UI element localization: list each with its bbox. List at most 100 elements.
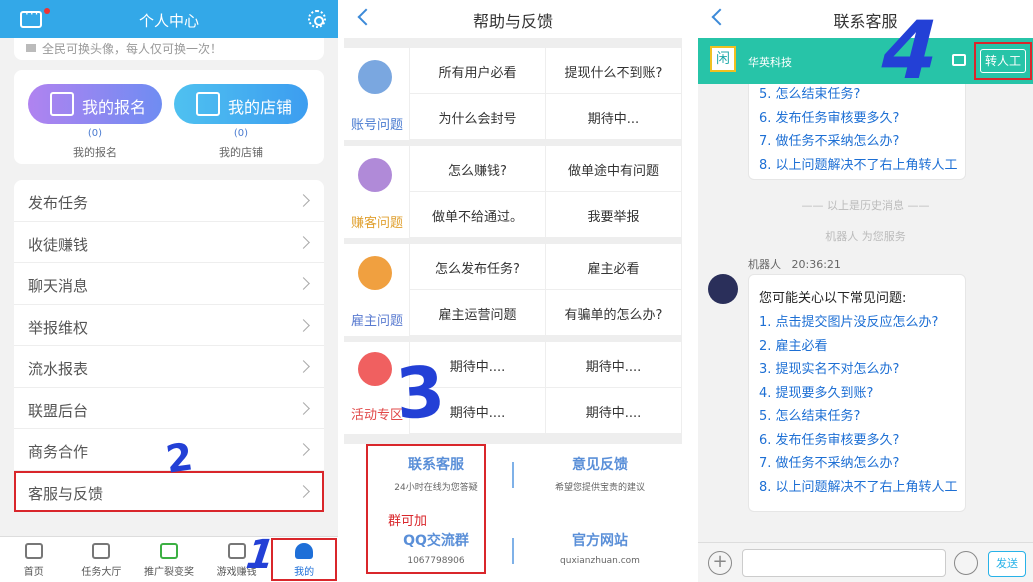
faq-question[interactable]: 3. 提现实名不对怎么办? — [749, 358, 965, 382]
faq-question[interactable]: 6. 发布任务审核要多久? — [749, 429, 965, 453]
faq-question[interactable]: 1. 点击提交图片没反应怎么办? — [749, 311, 965, 335]
my-signups-label: 我的报名 — [82, 98, 147, 117]
gear-icon[interactable] — [308, 10, 326, 28]
menu-report[interactable]: 举报维权 — [14, 305, 324, 346]
message-time: 20:36:21 — [791, 258, 841, 271]
list-icon — [92, 543, 111, 559]
network-icon — [159, 543, 178, 559]
tab-task-hall[interactable]: 任务大厅 — [68, 537, 136, 582]
faq-item[interactable]: 期待中.... — [546, 388, 682, 434]
help-nav: 帮助与反馈 — [344, 0, 682, 38]
feedback-button[interactable]: 意见反馈 希望您提供宝贵的建议 — [530, 454, 670, 493]
highlight-box — [974, 42, 1032, 80]
notice-text: 全民可换头像，每人仅可换一次！ — [42, 42, 223, 56]
tab-promotion[interactable]: 推广裂变奖 — [135, 537, 203, 582]
menu-recruit[interactable]: 收徒赚钱 — [14, 222, 324, 263]
tab-mine[interactable]: 我的 — [270, 537, 338, 582]
form-icon — [50, 92, 74, 116]
service-bar: 闲 华英科技 转人工 — [698, 38, 1033, 84]
page-title: 个人中心 — [138, 12, 199, 30]
history-divider: —— 以上是历史消息 —— — [801, 199, 930, 212]
my-shop-label: 我的店铺 — [228, 98, 293, 117]
faq-question[interactable]: 2. 雇主必看 — [749, 335, 965, 359]
feedback-title: 意见反馈 — [572, 457, 628, 473]
faq-item[interactable]: 雇主必看 — [546, 244, 682, 290]
home-icon — [24, 543, 43, 559]
faq-item[interactable]: 怎么赚钱? — [410, 146, 546, 192]
speaker-icon[interactable] — [952, 54, 966, 66]
menu-chat-messages[interactable]: 聊天消息 — [14, 263, 324, 305]
history-bubble: 5. 怎么结束任务? 6. 发布任务审核要多久? 7. 做任务不采纳怎么办? 8… — [748, 78, 966, 180]
faq-question[interactable]: 4. 提现要多久到账? — [749, 382, 965, 406]
shop-count: (0) — [233, 128, 249, 139]
speaker-icon — [26, 44, 36, 52]
faq-item[interactable]: 提现什么不到账? — [546, 48, 682, 94]
earner-section-icon: 赚客问题 — [344, 146, 410, 238]
message-input[interactable] — [742, 549, 946, 577]
official-site-button[interactable]: 官方网站 quxianzhuan.com — [530, 530, 670, 566]
faq-question[interactable]: 7. 做任务不采纳怎么办? — [749, 452, 965, 476]
faq-intro: 您可能关心以下常见问题: — [759, 291, 907, 306]
account-icon — [358, 60, 392, 94]
earner-icon — [358, 158, 392, 192]
plus-icon[interactable]: + — [708, 551, 732, 575]
company-logo: 闲 — [710, 46, 736, 72]
my-signups-button[interactable]: 我的报名 — [28, 84, 162, 124]
chat-input-bar: + 发送 — [698, 542, 1033, 582]
shop-icon — [196, 92, 220, 116]
emoji-icon[interactable] — [954, 551, 978, 575]
annotation-3: 3 — [393, 350, 448, 436]
history-question[interactable]: 8. 以上问题解决不了右上角转人工 — [749, 154, 965, 178]
user-icon — [295, 543, 314, 559]
history-question[interactable]: 6. 发布任务审核要多久? — [749, 107, 965, 131]
back-icon[interactable] — [711, 8, 729, 26]
faq-item[interactable]: 雇主运营问题 — [410, 290, 546, 336]
page-title: 帮助与反馈 — [472, 12, 553, 31]
faq-item[interactable]: 做单途中有问题 — [546, 146, 682, 192]
sender-name: 机器人 — [748, 258, 781, 271]
faq-item[interactable]: 我要举报 — [546, 192, 682, 238]
help-screen: 帮助与反馈 账号问题 所有用户必看 提现什么不到账? 为什么会封号 期待中...… — [344, 0, 682, 582]
faq-item[interactable]: 怎么发布任务? — [410, 244, 546, 290]
profile-header: 个人中心 — [0, 0, 338, 38]
faq-question[interactable]: 5. 怎么结束任务? — [749, 405, 965, 429]
menu-alliance[interactable]: 联盟后台 — [14, 388, 324, 429]
menu-statements[interactable]: 流水报表 — [14, 346, 324, 388]
section-label: 账号问题 — [350, 118, 403, 133]
highlight-box — [366, 444, 486, 574]
tab-home-label: 首页 — [23, 567, 44, 578]
faq-item[interactable]: 为什么会封号 — [410, 94, 546, 140]
chat-screen: 联系客服 5. 怎么结束任务? 6. 发布任务审核要多久? 7. 做任务不采纳怎… — [698, 0, 1033, 582]
faq-item[interactable]: 做单不给通过。 — [410, 192, 546, 238]
send-button[interactable]: 发送 — [988, 551, 1026, 577]
robot-avatar — [708, 274, 738, 304]
notice-bar: 全民可换头像，每人仅可换一次！ — [14, 38, 324, 60]
section-employer: 雇主问题 怎么发布任务? 雇主必看 雇主运营问题 有骗单的怎么办? — [344, 244, 682, 336]
tab-mine-label: 我的 — [294, 567, 315, 578]
tab-bar: 首页 任务大厅 推广裂变奖 游戏赚钱 我的 — [0, 536, 338, 582]
faq-question[interactable]: 8. 以上问题解决不了右上角转人工 — [749, 476, 965, 500]
signups-count: (0) — [87, 128, 103, 139]
separator — [512, 538, 514, 564]
signups-caption: 我的报名 — [73, 146, 117, 159]
employer-section-icon: 雇主问题 — [344, 244, 410, 336]
account-section-icon: 账号问题 — [344, 48, 410, 140]
section-earner: 赚客问题 怎么赚钱? 做单途中有问题 做单不给通过。 我要举报 — [344, 146, 682, 238]
my-shop-button[interactable]: 我的店铺 — [174, 84, 308, 124]
music-icon — [358, 352, 392, 386]
history-question[interactable]: 5. 怎么结束任务? — [749, 83, 965, 107]
official-site-title: 官方网站 — [572, 533, 628, 549]
faq-item[interactable]: 期待中... — [546, 94, 682, 140]
tab-home[interactable]: 首页 — [0, 537, 68, 582]
employer-icon — [358, 256, 392, 290]
faq-item[interactable]: 所有用户必看 — [410, 48, 546, 94]
faq-item[interactable]: 期待中.... — [546, 342, 682, 388]
faq-item[interactable]: 有骗单的怎么办? — [546, 290, 682, 336]
profile-screen: 个人中心 全民可换头像，每人仅可换一次！ 我的报名 我的店铺 (0) (0) 我… — [0, 0, 338, 582]
back-icon[interactable] — [357, 8, 375, 26]
tab-task-hall-label: 任务大厅 — [81, 567, 122, 578]
menu-publish-task[interactable]: 发布任务 — [14, 180, 324, 222]
shortcut-cards: 我的报名 我的店铺 (0) (0) 我的报名 我的店铺 — [14, 70, 324, 164]
section-label: 赚客问题 — [350, 216, 403, 231]
history-question[interactable]: 7. 做任务不采纳怎么办? — [749, 130, 965, 154]
